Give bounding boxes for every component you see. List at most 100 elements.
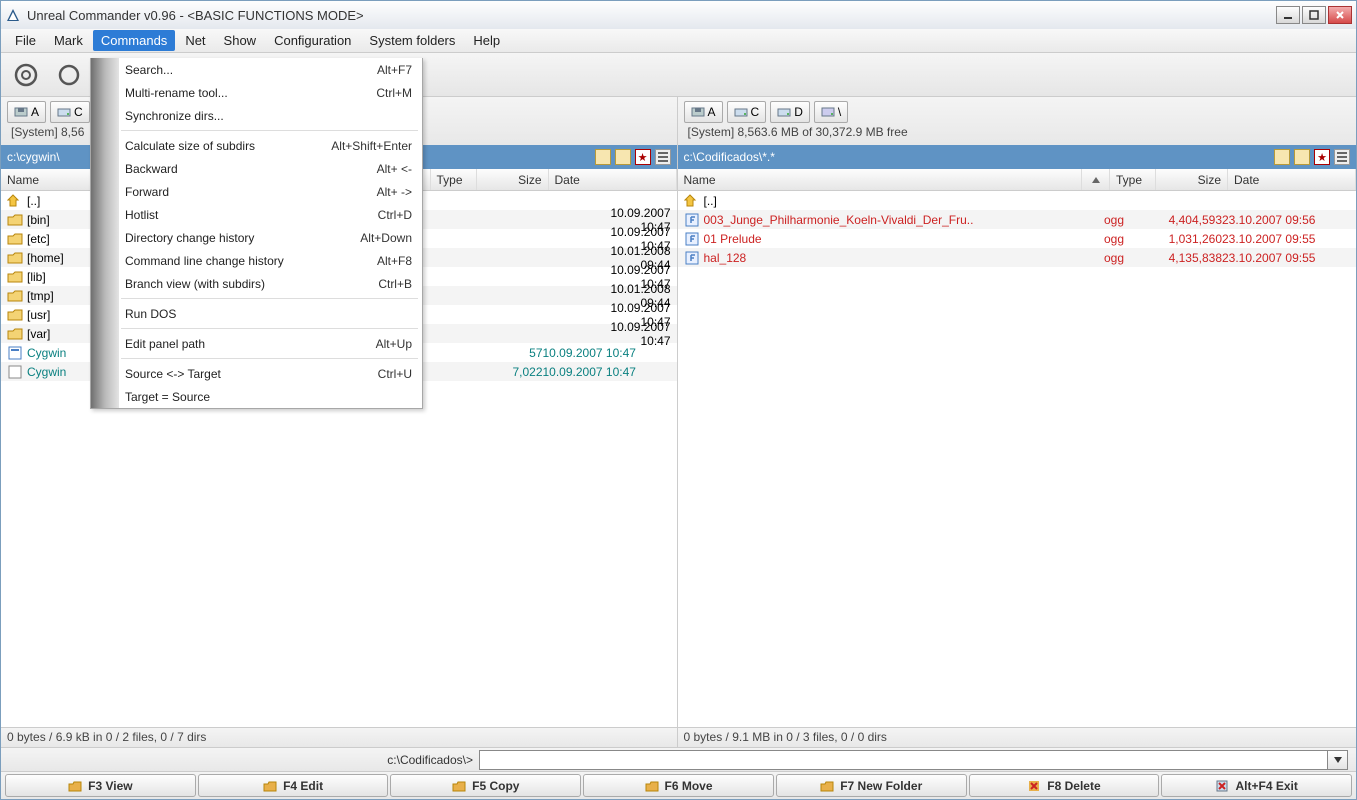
root-icon[interactable] — [1274, 149, 1290, 165]
menu-item-edit-panel-path[interactable]: Edit panel pathAlt+Up — [91, 332, 422, 355]
favorite-icon[interactable]: ★ — [635, 149, 651, 165]
command-history-dropdown[interactable] — [1328, 750, 1348, 770]
parent-icon[interactable] — [1294, 149, 1310, 165]
menu-mark[interactable]: Mark — [46, 30, 91, 51]
menu-item-source-target[interactable]: Source <-> TargetCtrl+U — [91, 362, 422, 385]
menu-item-synchronize-dirs[interactable]: Synchronize dirs... — [91, 104, 422, 127]
list-item[interactable]: [..] — [678, 191, 1357, 210]
newfolder-icon — [820, 779, 834, 793]
menu-item-calculate-size-of-subdirs[interactable]: Calculate size of subdirsAlt+Shift+Enter — [91, 134, 422, 157]
fkey-f3-view[interactable]: F3 View — [5, 774, 196, 797]
menu-item-multi-rename-tool[interactable]: Multi-rename tool...Ctrl+M — [91, 81, 422, 104]
menu-shortcut: Ctrl+U — [378, 367, 412, 381]
col-date[interactable]: Date — [1228, 169, 1356, 190]
right-columns: Name Type Size Date — [678, 169, 1357, 191]
maximize-button[interactable] — [1302, 6, 1326, 24]
menu-shortcut: Alt+Shift+Enter — [331, 139, 412, 153]
col-date[interactable]: Date — [549, 169, 677, 190]
menu-item-directory-change-history[interactable]: Directory change historyAlt+Down — [91, 226, 422, 249]
menu-item-backward[interactable]: BackwardAlt+ <- — [91, 157, 422, 180]
col-type[interactable]: Type — [431, 169, 477, 190]
fkey-label: F4 Edit — [283, 779, 323, 793]
fkey-label: F8 Delete — [1047, 779, 1100, 793]
file-name: 01 Prelude — [704, 232, 1077, 246]
history-icon[interactable] — [655, 149, 671, 165]
drive-button-root[interactable]: \ — [814, 101, 848, 123]
list-item[interactable]: 003_Junge_Philharmonie_Koeln-Vivaldi_Der… — [678, 210, 1357, 229]
fkey-label: F5 Copy — [472, 779, 519, 793]
right-status: 0 bytes / 9.1 MB in 0 / 3 files, 0 / 0 d… — [678, 727, 1357, 747]
list-item[interactable]: 01 Preludeogg1,031,26023.10.2007 09:55 — [678, 229, 1357, 248]
up-icon — [7, 194, 23, 208]
col-size[interactable]: Size — [477, 169, 549, 190]
cell-date: 10.09.2007 10:47 — [610, 320, 670, 348]
right-drives: ACD\ [System] 8,563.6 MB of 30,372.9 MB … — [678, 97, 1357, 145]
cell-size: 57 — [471, 346, 543, 360]
fkey-alt-f4-exit[interactable]: Alt+F4 Exit — [1161, 774, 1352, 797]
fkey-f8-delete[interactable]: F8 Delete — [969, 774, 1160, 797]
refresh-icon[interactable] — [9, 58, 43, 92]
menu-file[interactable]: File — [7, 30, 44, 51]
menu-item-search[interactable]: Search...Alt+F7 — [91, 58, 422, 81]
edit-icon — [263, 779, 277, 793]
folder-icon — [7, 270, 23, 284]
col-type[interactable]: Type — [1110, 169, 1156, 190]
menu-item-run-dos[interactable]: Run DOS — [91, 302, 422, 325]
tool-icon[interactable] — [55, 58, 89, 92]
menu-item-forward[interactable]: ForwardAlt+ -> — [91, 180, 422, 203]
close-button[interactable] — [1328, 6, 1352, 24]
app-icon — [5, 7, 21, 23]
col-name[interactable]: Name — [678, 169, 1083, 190]
menu-item-label: Forward — [125, 185, 169, 199]
drive-icon — [14, 105, 28, 119]
drive-button-D[interactable]: D — [770, 101, 810, 123]
menu-commands[interactable]: Commands — [93, 30, 175, 51]
drive-button-C[interactable]: C — [727, 101, 767, 123]
ico-icon — [7, 365, 23, 379]
ogg-icon — [684, 213, 700, 227]
minimize-button[interactable] — [1276, 6, 1300, 24]
right-freespace: [System] 8,563.6 MB of 30,372.9 MB free — [684, 125, 1351, 139]
fkey-f5-copy[interactable]: F5 Copy — [390, 774, 581, 797]
favorite-icon[interactable]: ★ — [1314, 149, 1330, 165]
col-size[interactable]: Size — [1156, 169, 1228, 190]
menu-item-command-line-change-history[interactable]: Command line change historyAlt+F8 — [91, 249, 422, 272]
command-input[interactable] — [479, 750, 1328, 770]
drive-button-C[interactable]: C — [50, 101, 90, 123]
menu-item-branch-view-with-subdirs[interactable]: Branch view (with subdirs)Ctrl+B — [91, 272, 422, 295]
window-title: Unreal Commander v0.96 - <BASIC FUNCTION… — [27, 8, 1276, 23]
fkey-f6-move[interactable]: F6 Move — [583, 774, 774, 797]
window-controls — [1276, 6, 1352, 24]
menu-item-target-source[interactable]: Target = Source — [91, 385, 422, 408]
drive-letter: A — [31, 105, 39, 119]
fkey-label: Alt+F4 Exit — [1235, 779, 1297, 793]
menu-item-label: Command line change history — [125, 254, 284, 268]
cell-size: 10.09.2007 10:47 — [599, 320, 671, 348]
parent-icon[interactable] — [615, 149, 631, 165]
menu-system-folders[interactable]: System folders — [361, 30, 463, 51]
menu-item-hotlist[interactable]: HotlistCtrl+D — [91, 203, 422, 226]
ogg-icon — [684, 251, 700, 265]
list-item[interactable]: hal_128ogg4,135,83823.10.2007 09:55 — [678, 248, 1357, 267]
menu-configuration[interactable]: Configuration — [266, 30, 359, 51]
menu-item-label: Edit panel path — [125, 337, 205, 351]
fkey-f7-new-folder[interactable]: F7 New Folder — [776, 774, 967, 797]
function-keys: F3 View F4 Edit F5 Copy F6 MoveF7 New Folde… — [1, 771, 1356, 799]
menu-net[interactable]: Net — [177, 30, 213, 51]
drive-icon — [691, 105, 705, 119]
drive-button-A[interactable]: A — [684, 101, 723, 123]
right-file-list[interactable]: [..]003_Junge_Philharmonie_Koeln-Vivaldi… — [678, 191, 1357, 727]
history-icon[interactable] — [1334, 149, 1350, 165]
menu-show[interactable]: Show — [216, 30, 265, 51]
root-icon[interactable] — [595, 149, 611, 165]
cell-type: ogg — [1104, 232, 1150, 246]
right-path-bar[interactable]: c:\Codificados\*.* ★ — [678, 145, 1357, 169]
fkey-f4-edit[interactable]: F4 Edit — [198, 774, 389, 797]
drive-button-A[interactable]: A — [7, 101, 46, 123]
col-sort[interactable] — [1082, 169, 1110, 190]
menu-separator — [121, 130, 418, 131]
menu-help[interactable]: Help — [465, 30, 508, 51]
menu-separator — [121, 298, 418, 299]
menu-shortcut: Alt+ <- — [377, 162, 412, 176]
menubar: FileMarkCommandsNetShowConfigurationSyst… — [1, 29, 1356, 53]
